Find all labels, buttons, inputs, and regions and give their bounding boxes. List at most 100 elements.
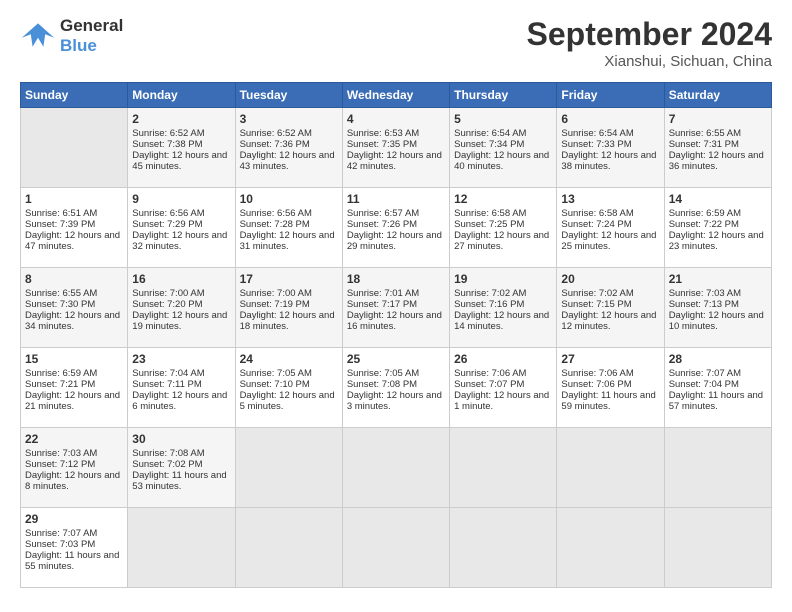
day-number: 23: [132, 352, 230, 366]
month-title: September 2024: [527, 16, 772, 53]
col-monday: Monday: [128, 83, 235, 108]
daylight-text: Daylight: 12 hours and 5 minutes.: [240, 390, 335, 412]
calendar-cell: 30Sunrise: 7:08 AMSunset: 7:02 PMDayligh…: [128, 428, 235, 508]
day-number: 14: [669, 192, 767, 206]
sunrise-text: Sunrise: 6:54 AM: [561, 128, 633, 139]
day-number: 7: [669, 112, 767, 126]
calendar-cell: 25Sunrise: 7:05 AMSunset: 7:08 PMDayligh…: [342, 348, 449, 428]
sunrise-text: Sunrise: 7:04 AM: [132, 368, 204, 379]
calendar-cell: [128, 508, 235, 588]
sunrise-text: Sunrise: 6:54 AM: [454, 128, 526, 139]
sunset-text: Sunset: 7:33 PM: [561, 139, 631, 150]
calendar-cell: 9Sunrise: 6:56 AMSunset: 7:29 PMDaylight…: [128, 188, 235, 268]
calendar-cell: [664, 508, 771, 588]
day-number: 6: [561, 112, 659, 126]
sunrise-text: Sunrise: 6:58 AM: [454, 208, 526, 219]
sunset-text: Sunset: 7:26 PM: [347, 219, 417, 230]
calendar-cell: 6 Sunrise: 6:54 AMSunset: 7:33 PMDaylight…: [557, 108, 664, 188]
calendar-cell: 3Sunrise: 6:52 AMSunset: 7:36 PMDaylight…: [235, 108, 342, 188]
sunset-text: Sunset: 7:21 PM: [25, 379, 95, 390]
calendar-cell: 24Sunrise: 7:05 AMSunset: 7:10 PMDayligh…: [235, 348, 342, 428]
sunset-text: Sunset: 7:29 PM: [132, 219, 202, 230]
sunrise-text: Sunrise: 6:55 AM: [25, 288, 97, 299]
calendar-cell: 28Sunrise: 7:07 AMSunset: 7:04 PMDayligh…: [664, 348, 771, 428]
calendar-cell: 8Sunrise: 6:55 AMSunset: 7:30 PMDaylight…: [21, 268, 128, 348]
calendar-row: 29Sunrise: 7:07 AMSunset: 7:03 PMDayligh…: [21, 508, 772, 588]
daylight-text: Daylight: 12 hours and 36 minutes.: [669, 150, 764, 172]
sunrise-text: Sunrise: 7:03 AM: [25, 448, 97, 459]
sunrise-text: Sunrise: 6:55 AM: [669, 128, 741, 139]
sunrise-text: Sunrise: 6:59 AM: [25, 368, 97, 379]
sunset-text: Sunset: 7:24 PM: [561, 219, 631, 230]
sunset-text: Sunset: 7:06 PM: [561, 379, 631, 390]
day-number: 26: [454, 352, 552, 366]
calendar-cell: [235, 508, 342, 588]
sunrise-text: Sunrise: 6:52 AM: [132, 128, 204, 139]
calendar-cell: 11Sunrise: 6:57 AMSunset: 7:26 PMDayligh…: [342, 188, 449, 268]
daylight-text: Daylight: 12 hours and 1 minute.: [454, 390, 549, 412]
sunset-text: Sunset: 7:11 PM: [132, 379, 202, 390]
col-tuesday: Tuesday: [235, 83, 342, 108]
day-number: 4: [347, 112, 445, 126]
sunset-text: Sunset: 7:36 PM: [240, 139, 310, 150]
day-number: 20: [561, 272, 659, 286]
sunrise-text: Sunrise: 6:52 AM: [240, 128, 312, 139]
day-number: 29: [25, 512, 123, 526]
calendar-cell: 7Sunrise: 6:55 AMSunset: 7:31 PMDaylight…: [664, 108, 771, 188]
daylight-text: Daylight: 12 hours and 40 minutes.: [454, 150, 549, 172]
sunrise-text: Sunrise: 7:07 AM: [669, 368, 741, 379]
day-number: 9: [132, 192, 230, 206]
day-number: 8: [25, 272, 123, 286]
sunset-text: Sunset: 7:28 PM: [240, 219, 310, 230]
calendar-row: 1Sunrise: 6:51 AMSunset: 7:39 PMDaylight…: [21, 188, 772, 268]
day-number: 22: [25, 432, 123, 446]
sunset-text: Sunset: 7:16 PM: [454, 299, 524, 310]
sunrise-text: Sunrise: 7:07 AM: [25, 528, 97, 539]
sunrise-text: Sunrise: 6:56 AM: [240, 208, 312, 219]
daylight-text: Daylight: 12 hours and 6 minutes.: [132, 390, 227, 412]
sunrise-text: Sunrise: 7:00 AM: [132, 288, 204, 299]
day-number: 17: [240, 272, 338, 286]
sunrise-text: Sunrise: 7:02 AM: [561, 288, 633, 299]
daylight-text: Daylight: 12 hours and 25 minutes.: [561, 230, 656, 252]
sunrise-text: Sunrise: 7:02 AM: [454, 288, 526, 299]
page-header: General Blue September 2024 Xianshui, Si…: [20, 16, 772, 70]
calendar-row: 8Sunrise: 6:55 AMSunset: 7:30 PMDaylight…: [21, 268, 772, 348]
day-number: 10: [240, 192, 338, 206]
sunset-text: Sunset: 7:08 PM: [347, 379, 417, 390]
calendar-cell: 26Sunrise: 7:06 AMSunset: 7:07 PMDayligh…: [450, 348, 557, 428]
sunset-text: Sunset: 7:03 PM: [25, 539, 95, 550]
calendar-cell: 23 Sunrise: 7:04 AMSunset: 7:11 PMDayligh…: [128, 348, 235, 428]
calendar-cell: 18Sunrise: 7:01 AMSunset: 7:17 PMDayligh…: [342, 268, 449, 348]
day-number: 15: [25, 352, 123, 366]
calendar-cell: [664, 428, 771, 508]
daylight-text: Daylight: 12 hours and 31 minutes.: [240, 230, 335, 252]
sunset-text: Sunset: 7:02 PM: [132, 459, 202, 470]
sunrise-text: Sunrise: 6:58 AM: [561, 208, 633, 219]
daylight-text: Daylight: 12 hours and 43 minutes.: [240, 150, 335, 172]
daylight-text: Daylight: 12 hours and 38 minutes.: [561, 150, 656, 172]
sunset-text: Sunset: 7:12 PM: [25, 459, 95, 470]
daylight-text: Daylight: 12 hours and 47 minutes.: [25, 230, 120, 252]
sunset-text: Sunset: 7:38 PM: [132, 139, 202, 150]
sunrise-text: Sunrise: 7:01 AM: [347, 288, 419, 299]
day-number: 13: [561, 192, 659, 206]
calendar-cell: [342, 508, 449, 588]
calendar-cell: [450, 508, 557, 588]
sunset-text: Sunset: 7:10 PM: [240, 379, 310, 390]
calendar-row: 2Sunrise: 6:52 AMSunset: 7:38 PMDaylight…: [21, 108, 772, 188]
day-number: 28: [669, 352, 767, 366]
calendar-cell: 19Sunrise: 7:02 AMSunset: 7:16 PMDayligh…: [450, 268, 557, 348]
daylight-text: Daylight: 12 hours and 21 minutes.: [25, 390, 120, 412]
day-number: 12: [454, 192, 552, 206]
calendar-cell: [21, 108, 128, 188]
daylight-text: Daylight: 11 hours and 53 minutes.: [132, 470, 226, 492]
day-number: 27: [561, 352, 659, 366]
day-number: 18: [347, 272, 445, 286]
sunrise-text: Sunrise: 6:51 AM: [25, 208, 97, 219]
daylight-text: Daylight: 12 hours and 27 minutes.: [454, 230, 549, 252]
calendar-cell: 12Sunrise: 6:58 AMSunset: 7:25 PMDayligh…: [450, 188, 557, 268]
sunrise-text: Sunrise: 7:05 AM: [347, 368, 419, 379]
calendar-row: 22 Sunrise: 7:03 AMSunset: 7:12 PM Dayligh…: [21, 428, 772, 508]
sunset-text: Sunset: 7:39 PM: [25, 219, 95, 230]
